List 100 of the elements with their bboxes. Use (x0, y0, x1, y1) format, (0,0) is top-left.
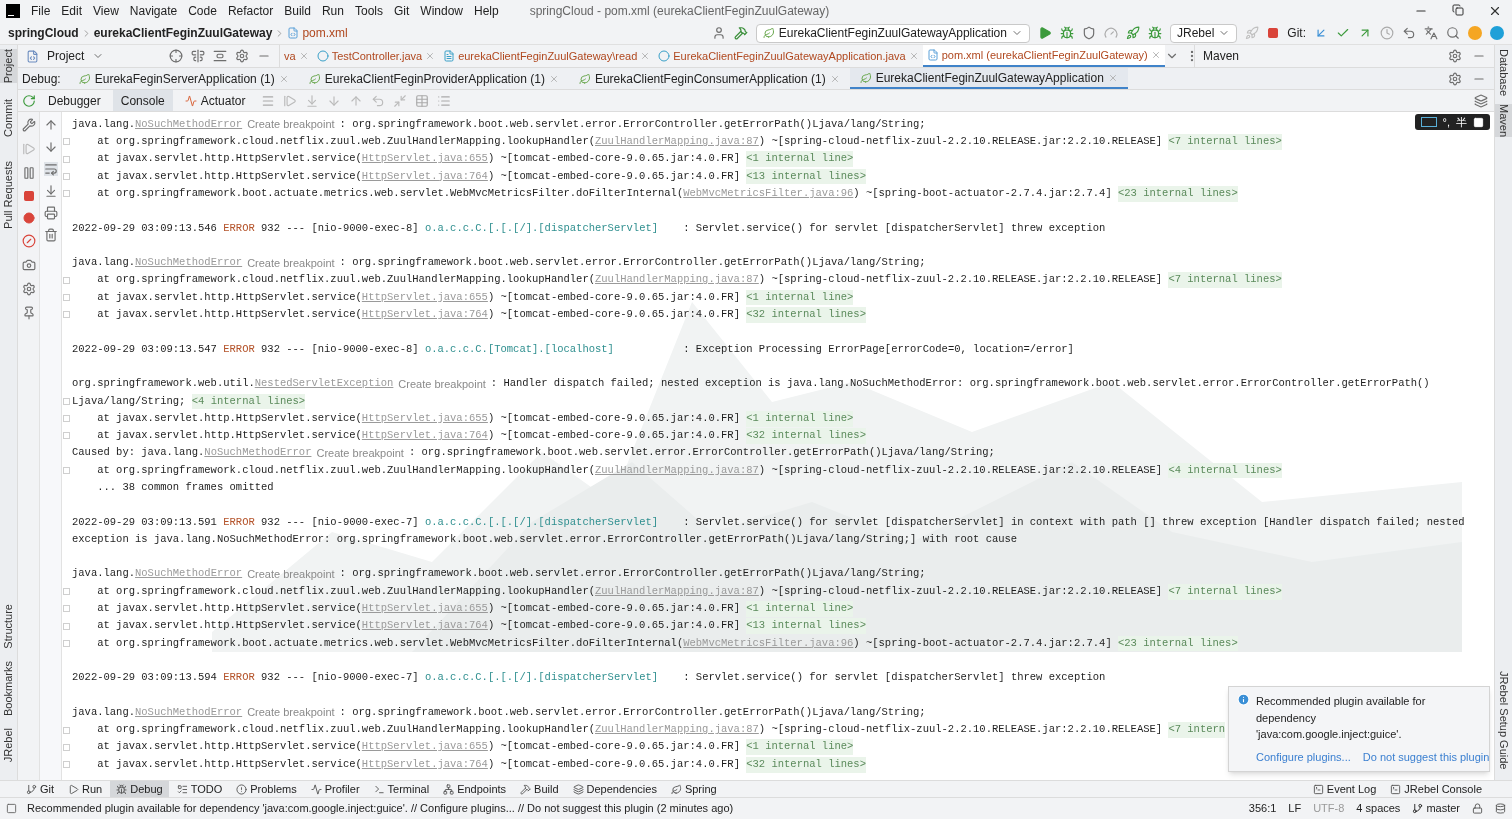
editor-tab[interactable]: pom.xml (eurekaClientFeginZuulGateway) (922, 45, 1165, 67)
hammer-icon[interactable] (733, 26, 748, 40)
folded-lines[interactable]: <7 internal lines> (1168, 134, 1282, 150)
tool-window-button[interactable]: Debug (110, 781, 169, 797)
folded-lines[interactable]: <23 internal lines> (1118, 185, 1238, 202)
step-out-icon[interactable] (349, 93, 364, 108)
source-link[interactable]: WebMvcMetricsFilter.java:96 (683, 185, 854, 202)
source-link[interactable]: HttpServlet.java:764 (361, 168, 488, 185)
folded-lines[interactable]: <7 intern (1168, 722, 1226, 738)
profiler-icon[interactable] (1103, 26, 1118, 40)
down-arrow-icon[interactable] (43, 140, 58, 154)
tool-window-button[interactable]: Run (62, 781, 109, 797)
folded-lines[interactable]: <13 internal lines> (746, 168, 866, 185)
settings-icon[interactable] (21, 282, 36, 296)
settings-icon[interactable] (235, 49, 249, 63)
tool-window-button[interactable]: Endpoints (437, 781, 513, 797)
folded-lines[interactable]: <32 internal lines> (746, 307, 866, 323)
fold-marker-icon[interactable] (62, 743, 70, 751)
tool-window-button[interactable]: Profiler (304, 781, 366, 797)
menu-item[interactable]: Window (420, 2, 463, 20)
fold-marker-icon[interactable] (62, 640, 70, 648)
memory-icon[interactable] (1495, 803, 1506, 814)
fold-marker-icon[interactable] (62, 173, 70, 181)
source-link[interactable]: ZuulHandlerMapping.java:87 (595, 134, 759, 150)
debug-tab[interactable]: Actuator (176, 90, 254, 111)
menu-item[interactable]: Git (393, 2, 410, 20)
close-tab-icon[interactable] (278, 73, 289, 84)
debug-session-tab[interactable]: EurekaClientFeginZuulGatewayApplication (849, 68, 1128, 89)
folded-lines[interactable]: <7 internal lines> (1168, 272, 1282, 289)
camera-icon[interactable] (21, 258, 36, 272)
source-link[interactable]: ZuulHandlerMapping.java:87 (595, 722, 759, 738)
source-link[interactable]: HttpServlet.java:655 (361, 289, 488, 306)
breakpoints-icon[interactable] (22, 212, 35, 224)
editor-tab[interactable]: va (280, 45, 313, 67)
update-badge-icon[interactable] (1468, 26, 1482, 40)
status-toggle-icon[interactable] (6, 803, 17, 814)
tool-window-tab[interactable]: JRebel (0, 727, 21, 762)
tool-window-tab[interactable]: Maven (1491, 104, 1512, 138)
step-over-icon[interactable] (283, 93, 298, 108)
fold-marker-icon[interactable] (62, 276, 70, 284)
source-link[interactable]: ZuulHandlerMapping.java:87 (595, 462, 759, 479)
source-link[interactable]: NoSuchMethodError (135, 116, 243, 133)
fold-marker-icon[interactable] (62, 155, 70, 163)
close-tab-icon[interactable] (298, 51, 309, 61)
tool-window-button[interactable]: Problems (230, 781, 303, 797)
source-link[interactable]: NoSuchMethodError (135, 566, 243, 583)
tool-window-tab[interactable]: Structure (0, 604, 21, 649)
fold-marker-icon[interactable] (62, 190, 70, 198)
fold-marker-icon[interactable] (62, 467, 70, 475)
resume-icon[interactable] (21, 142, 36, 156)
fold-marker-icon[interactable] (62, 588, 70, 596)
tool-window-button[interactable]: Dependencies (566, 781, 663, 797)
tool-window-button[interactable]: TODO (170, 781, 229, 797)
notification-link[interactable]: Do not suggest this plugin (1362, 748, 1490, 765)
locate-icon[interactable] (169, 49, 183, 63)
source-link[interactable]: ZuulHandlerMapping.java:87 (595, 272, 759, 289)
plugin-logo-icon[interactable] (1490, 26, 1504, 40)
folded-lines[interactable]: <4 internal lines> (1168, 462, 1282, 479)
source-link[interactable]: HttpServlet.java:764 (361, 307, 488, 323)
rollback-icon[interactable] (1402, 26, 1416, 40)
ime-width[interactable]: 半 (1456, 113, 1467, 131)
menu-item[interactable]: Tools (354, 2, 383, 20)
project-panel-title[interactable]: Project (47, 47, 85, 65)
fold-marker-icon[interactable] (62, 432, 70, 440)
folded-lines[interactable]: <4 internal lines> (191, 393, 306, 410)
create-breakpoint-link[interactable]: Create breakpoint (316, 445, 404, 462)
rocket-icon[interactable] (1125, 26, 1140, 40)
lock-icon[interactable] (1472, 803, 1483, 814)
up-arrow-icon[interactable] (43, 118, 58, 132)
stop-icon[interactable] (1267, 27, 1280, 39)
fold-marker-icon[interactable] (62, 138, 70, 146)
rocket-icon[interactable] (1245, 26, 1260, 40)
tool-window-tab[interactable]: Database (1491, 49, 1512, 97)
git-branch[interactable]: master (1426, 800, 1460, 817)
tool-window-button[interactable]: Build (514, 781, 565, 797)
rocket-debug-icon[interactable] (1147, 26, 1162, 40)
ime-punctuation[interactable]: °, (1442, 113, 1450, 131)
tool-window-tab[interactable]: Bookmarks (0, 660, 21, 716)
menu-item[interactable]: Edit (61, 2, 83, 20)
menu-item[interactable]: Navigate (129, 2, 178, 20)
run-config-dropdown[interactable]: EurekaClientFeginZuulGatewayApplication (755, 23, 1030, 43)
breadcrumb-item[interactable]: pom.xml (302, 24, 348, 42)
close-tab-icon[interactable] (908, 51, 919, 61)
create-breakpoint-link[interactable]: Create breakpoint (247, 254, 335, 272)
tool-window-tab[interactable]: Commit (0, 99, 21, 138)
tool-window-button[interactable]: Spring (664, 781, 723, 797)
fold-marker-icon[interactable] (62, 726, 70, 734)
trash-icon[interactable] (43, 228, 58, 242)
history-icon[interactable] (1380, 26, 1394, 40)
source-link[interactable]: NestedServletException (254, 376, 394, 392)
debug-tab[interactable]: Console (112, 90, 173, 111)
drop-frame-icon[interactable] (371, 93, 386, 108)
tool-window-tab[interactable]: JRebel Setup Guide (1491, 670, 1512, 769)
create-breakpoint-link[interactable]: Create breakpoint (247, 566, 335, 583)
folded-lines[interactable]: <13 internal lines> (746, 618, 866, 635)
menu-item[interactable]: Help (474, 2, 499, 20)
line-separator[interactable]: LF (1288, 800, 1302, 817)
source-link[interactable]: HttpServlet.java:655 (361, 151, 488, 168)
close-icon[interactable] (1488, 4, 1502, 18)
fold-marker-icon[interactable] (62, 761, 70, 769)
